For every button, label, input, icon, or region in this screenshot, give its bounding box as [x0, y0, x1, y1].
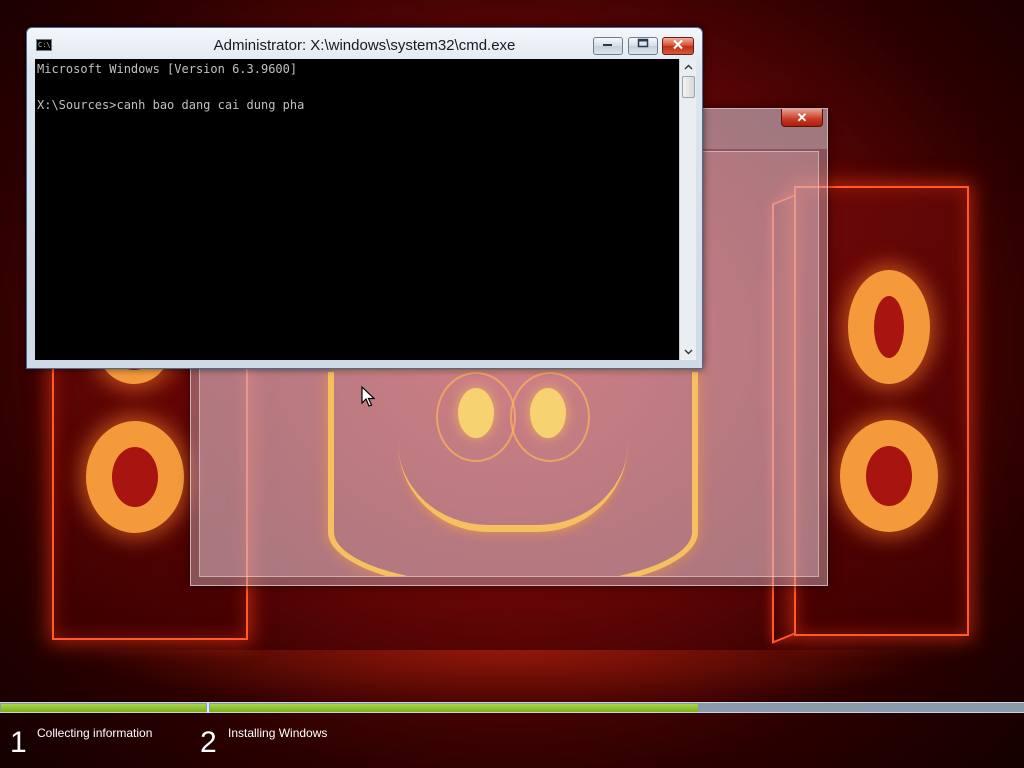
step-label: Installing Windows — [228, 726, 328, 740]
close-button[interactable] — [662, 37, 694, 55]
setup-close-button[interactable]: ✕ — [781, 109, 823, 127]
chevron-up-icon — [684, 64, 692, 70]
chevron-down-icon — [684, 349, 692, 355]
scroll-down-arrow[interactable] — [680, 344, 696, 360]
vertical-scrollbar[interactable] — [679, 59, 696, 360]
maximize-button[interactable] — [628, 37, 658, 55]
background-speaker-ring — [840, 420, 938, 532]
minimize-button[interactable] — [593, 37, 623, 55]
minimize-icon — [603, 44, 612, 46]
scroll-up-arrow[interactable] — [680, 59, 696, 75]
progress-divider — [207, 703, 209, 713]
cmd-titlebar[interactable]: C:\. Administrator: X:\windows\system32\… — [27, 28, 702, 58]
step-number: 1 — [10, 726, 27, 759]
wallpaper-smiley — [328, 372, 698, 576]
console-output[interactable]: Microsoft Windows [Version 6.3.9600] ​ X:\… — [35, 59, 679, 360]
setup-progress-bar — [0, 702, 1024, 713]
maximize-icon — [637, 38, 649, 48]
close-icon — [673, 39, 683, 50]
background-floor-glow — [60, 650, 960, 710]
progress-step2-fill — [210, 704, 698, 712]
console-line: Microsoft Windows [Version 6.3.9600] — [37, 62, 298, 76]
smiley-eye — [530, 388, 566, 438]
scrollbar-thumb[interactable] — [682, 76, 695, 98]
step-label: Collecting information — [37, 726, 153, 740]
cmd-window[interactable]: C:\. Administrator: X:\windows\system32\… — [26, 27, 703, 369]
background-speaker-ring — [848, 270, 930, 384]
step-number: 2 — [200, 726, 217, 759]
console-line: ​ — [37, 78, 677, 96]
background-speaker-ring — [86, 421, 184, 533]
progress-step1-fill — [1, 704, 206, 712]
mouse-cursor-icon — [361, 386, 375, 407]
console-prompt-line: X:\Sources>canh bao dang cai dung pha — [37, 98, 305, 112]
smiley-eye — [458, 388, 494, 438]
